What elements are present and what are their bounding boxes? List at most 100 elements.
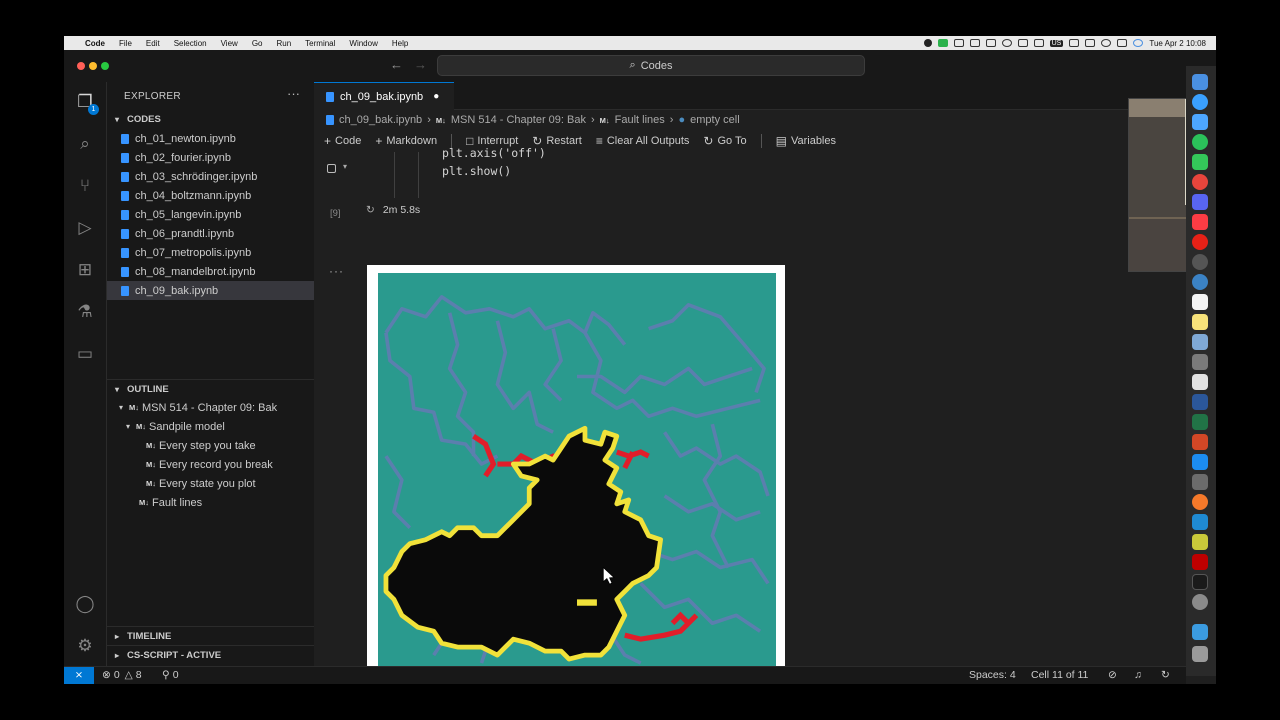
remote-explorer-icon[interactable]: ▭ <box>73 342 97 366</box>
notifications-bell-icon[interactable]: ♫ <box>1134 669 1142 681</box>
file-item[interactable]: ch_06_prandtl.ipynb <box>107 224 314 243</box>
explorer-more-actions[interactable]: ··· <box>287 86 300 101</box>
excel-icon[interactable] <box>1192 414 1208 430</box>
breadcrumb-file[interactable]: ch_09_bak.ipynb <box>339 114 422 126</box>
output-more-actions[interactable]: ··· <box>329 264 344 278</box>
variables-button[interactable]: ▤ Variables <box>776 134 836 148</box>
window-icon[interactable] <box>985 39 996 47</box>
music-icon[interactable] <box>1192 214 1208 230</box>
file-item[interactable]: ch_03_schrödinger.ipynb <box>107 167 314 186</box>
outline-item[interactable]: ▾ M↓ Sandpile model <box>123 417 225 436</box>
layout-icon[interactable] <box>1192 534 1208 550</box>
run-debug-icon[interactable]: ▷ <box>73 216 97 240</box>
record-icon[interactable] <box>923 39 932 47</box>
calendar-icon[interactable] <box>1192 294 1208 310</box>
menu-selection[interactable]: Selection <box>167 39 214 48</box>
wifi-icon[interactable] <box>1069 39 1080 47</box>
code-line[interactable]: plt.show() <box>442 164 511 178</box>
tex-icon[interactable] <box>1192 354 1208 370</box>
dropbox-icon[interactable] <box>953 39 964 47</box>
input-source-badge[interactable]: US <box>1049 39 1064 47</box>
bluetooth-icon[interactable] <box>1033 39 1044 47</box>
add-markdown-cell-button[interactable]: + Markdown <box>375 134 437 148</box>
downloads-folder-icon[interactable] <box>1192 624 1208 640</box>
youtube-icon[interactable] <box>1192 234 1208 250</box>
command-center-search[interactable]: ⌕ Codes <box>437 55 865 76</box>
account-icon[interactable]: ◯ <box>73 592 97 616</box>
outline-item[interactable]: M↓ Every step you take <box>146 436 256 455</box>
search-icon[interactable]: ⌕ <box>73 132 97 156</box>
menu-terminal[interactable]: Terminal <box>298 39 342 48</box>
close-window-button[interactable] <box>77 62 85 70</box>
outline-header[interactable]: ▾ OUTLINE <box>107 379 314 398</box>
file-item[interactable]: ch_08_mandelbrot.ipynb <box>107 262 314 281</box>
powerpoint-icon[interactable] <box>1192 434 1208 450</box>
cell-select-checkbox[interactable] <box>327 164 336 173</box>
copilot-icon[interactable]: ⊘ <box>1108 669 1117 681</box>
file-item[interactable]: ch_05_langevin.ipynb <box>107 205 314 224</box>
vscode-icon[interactable] <box>1192 514 1208 530</box>
settings-gear-icon[interactable]: ⚙ <box>73 634 97 658</box>
mail-icon[interactable] <box>1192 114 1208 130</box>
cell-indicator[interactable]: Cell 11 of 11 <box>1031 669 1088 681</box>
menu-go[interactable]: Go <box>245 39 270 48</box>
indentation-indicator[interactable]: Spaces: 4 <box>969 669 1016 681</box>
messages-icon[interactable] <box>1192 154 1208 170</box>
go-to-button[interactable]: ↻ Go To <box>703 134 746 148</box>
scripteditor-icon[interactable] <box>1192 374 1208 390</box>
outline-item[interactable]: M↓ Fault lines <box>139 493 202 512</box>
folder-header[interactable]: ▾ CODES <box>107 110 314 129</box>
notes-icon[interactable] <box>1192 314 1208 330</box>
control-center-icon[interactable] <box>1117 39 1128 47</box>
menu-code[interactable]: Code <box>78 39 112 48</box>
timeline-header[interactable]: ▸ TIMELINE <box>107 626 314 645</box>
outline-item[interactable]: M↓ Every record you break <box>146 455 273 474</box>
blender-icon[interactable] <box>1192 494 1208 510</box>
code-cell[interactable]: ▾ plt.axis('off') plt.show() <box>314 146 1186 202</box>
inkscape-icon[interactable] <box>1192 474 1208 490</box>
forward-arrow-icon[interactable]: → <box>414 57 427 72</box>
outline-item[interactable]: M↓ Every state you plot <box>146 474 256 493</box>
unsaved-dot-icon[interactable]: ● <box>433 91 439 102</box>
chevron-down-icon[interactable]: ▾ <box>343 162 347 171</box>
display-icon[interactable] <box>969 39 980 47</box>
file-item[interactable]: ch_07_metropolis.ipynb <box>107 243 314 262</box>
menubar-clock[interactable]: Tue Apr 2 10:08 <box>1149 39 1206 48</box>
menu-view[interactable]: View <box>214 39 245 48</box>
source-control-icon[interactable]: ⑂ <box>73 174 97 198</box>
file-item-selected[interactable]: ch_09_bak.ipynb <box>107 281 314 300</box>
code-line[interactable]: plt.axis('off') <box>442 146 546 160</box>
siri-icon[interactable] <box>1133 39 1144 47</box>
file-item[interactable]: ch_02_fourier.ipynb <box>107 148 314 167</box>
moon-icon[interactable] <box>1001 39 1012 47</box>
trash-icon[interactable] <box>1192 646 1208 662</box>
whatsapp-icon[interactable] <box>1192 134 1208 150</box>
breadcrumb-cell[interactable]: empty cell <box>690 114 740 126</box>
discord-icon[interactable] <box>1192 194 1208 210</box>
tab-ch09-bak[interactable]: ch_09_bak.ipynb ● <box>314 82 454 110</box>
clear-outputs-button[interactable]: ≡ Clear All Outputs <box>596 134 690 148</box>
keyboard-icon[interactable] <box>1085 39 1096 47</box>
menu-window[interactable]: Window <box>342 39 384 48</box>
finder-icon[interactable] <box>1192 74 1208 90</box>
spotlight-icon[interactable] <box>1101 39 1112 47</box>
sync-icon[interactable]: ↻ <box>1161 669 1170 681</box>
minimize-window-button[interactable] <box>89 62 97 70</box>
chrome-icon[interactable] <box>1192 174 1208 190</box>
breadcrumb-subsection[interactable]: Fault lines <box>615 114 665 126</box>
extensions-icon[interactable]: ⊞ <box>73 258 97 282</box>
file-item[interactable]: ch_01_newton.ipynb <box>107 129 314 148</box>
preview-icon[interactable] <box>1192 334 1208 350</box>
menu-edit[interactable]: Edit <box>139 39 167 48</box>
appstore-icon[interactable] <box>1192 454 1208 470</box>
menu-help[interactable]: Help <box>385 39 415 48</box>
safari-icon[interactable] <box>1192 94 1208 110</box>
file-item[interactable]: ch_04_boltzmann.ipynb <box>107 186 314 205</box>
ports-indicator[interactable]: ⚲ 0 <box>162 669 179 681</box>
testing-icon[interactable]: ⚗ <box>73 300 97 324</box>
camera-icon[interactable] <box>1192 254 1208 270</box>
breadcrumb-section[interactable]: MSN 514 - Chapter 09: Bak <box>451 114 586 126</box>
cs-script-header[interactable]: ▸ CS-SCRIPT - ACTIVE <box>107 645 314 664</box>
battery-icon[interactable] <box>1017 39 1028 47</box>
facetime-icon[interactable] <box>937 39 948 47</box>
